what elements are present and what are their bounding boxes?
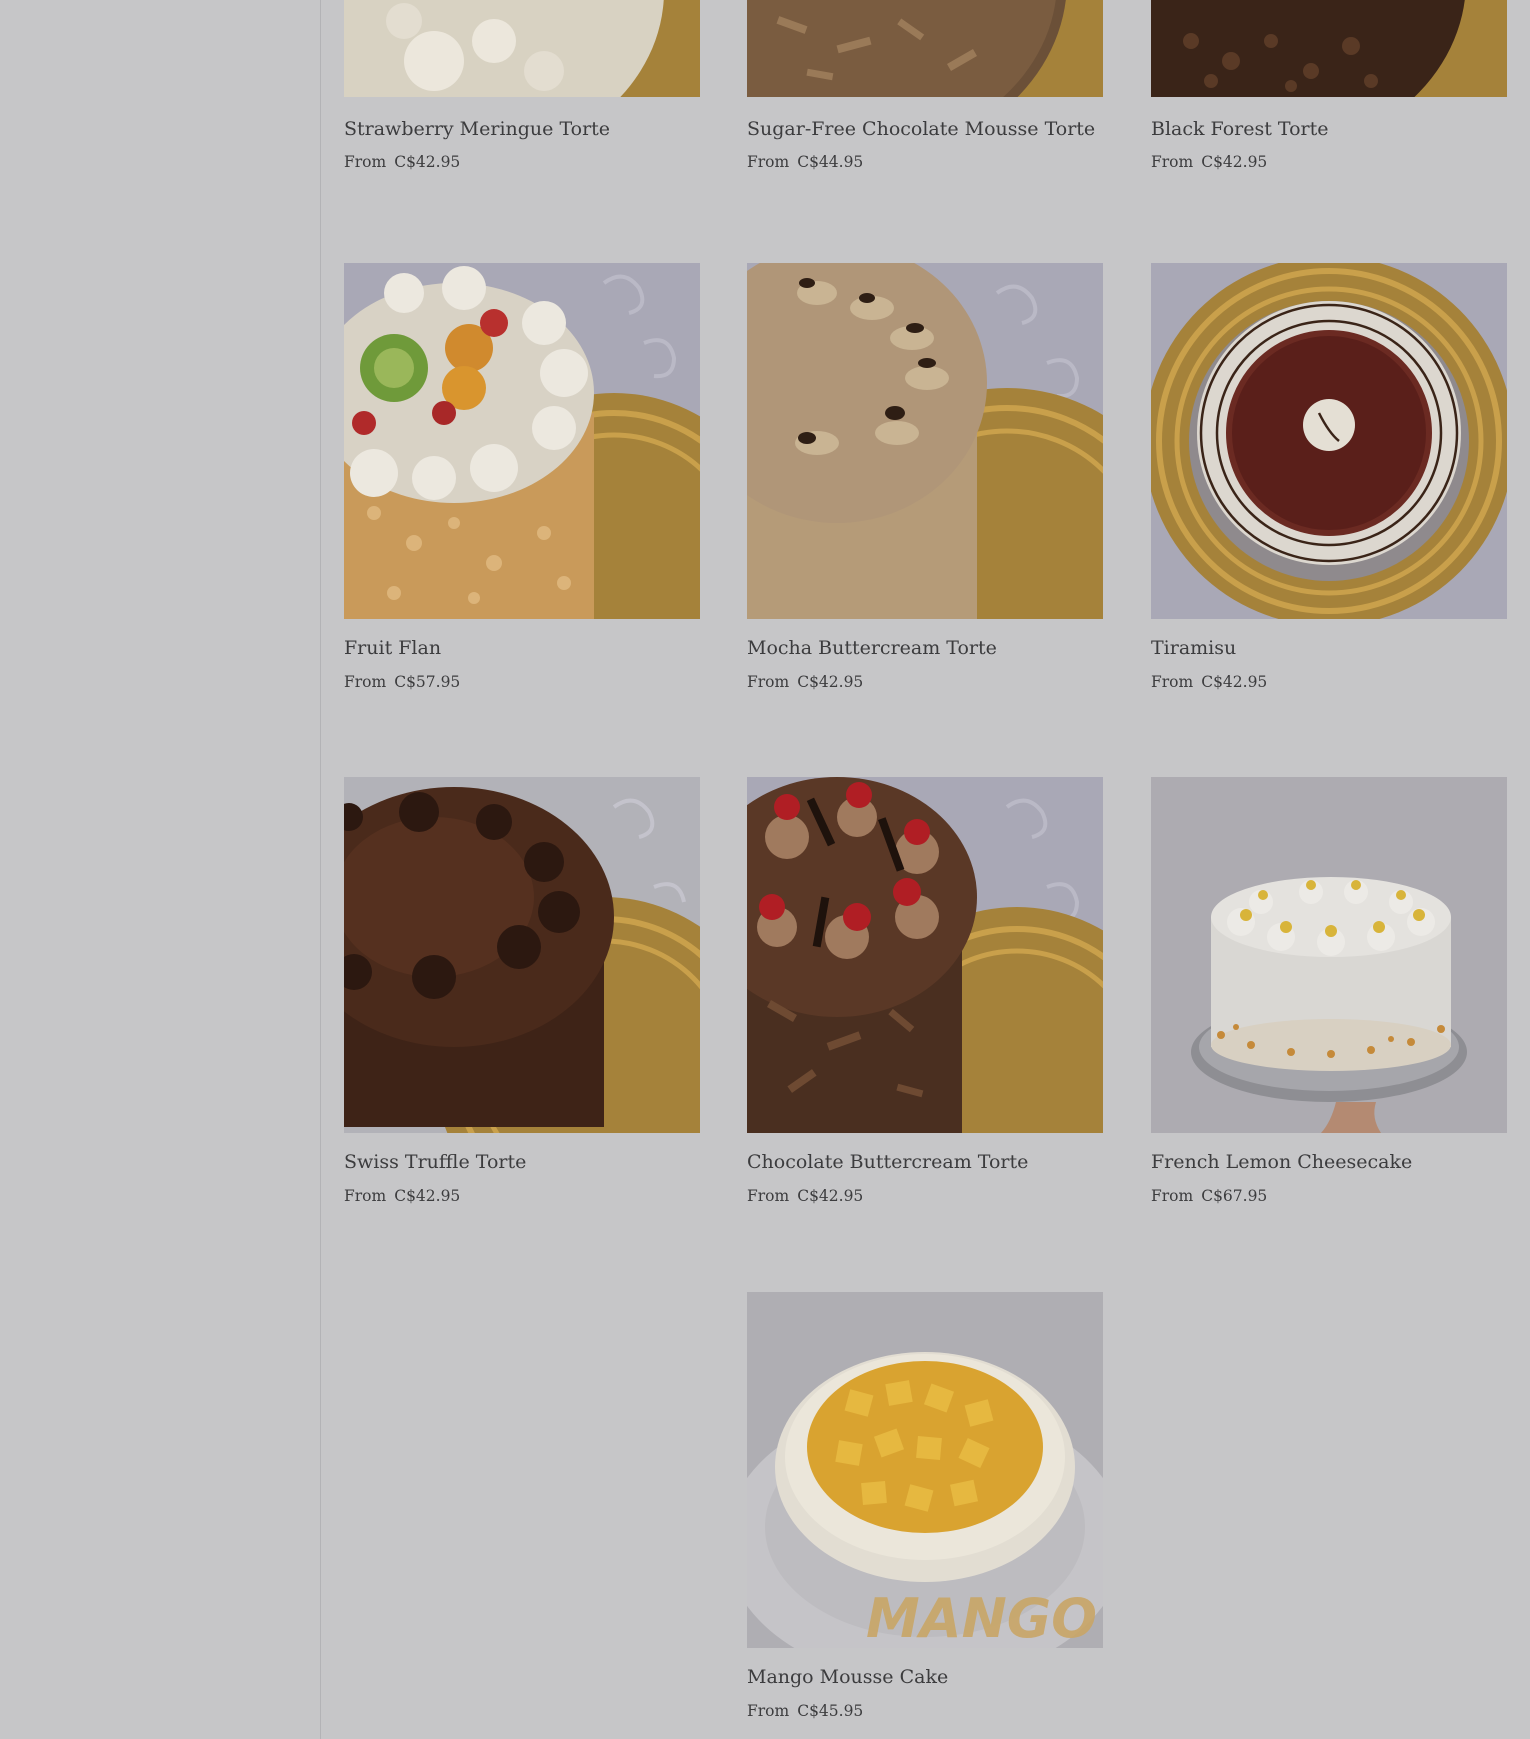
- product-title[interactable]: Strawberry Meringue Torte: [344, 117, 744, 141]
- price-value: C$42.95: [394, 1187, 461, 1205]
- price-prefix: From: [747, 673, 790, 691]
- product-title[interactable]: Black Forest Torte: [1151, 117, 1530, 141]
- product-title[interactable]: Swiss Truffle Torte: [344, 1150, 744, 1174]
- product-image[interactable]: [1151, 263, 1507, 619]
- product-card[interactable]: Chocolate Buttercream Torte From C$42.95: [747, 777, 1103, 1217]
- product-title[interactable]: Chocolate Buttercream Torte: [747, 1150, 1147, 1174]
- product-title[interactable]: Tiramisu: [1151, 636, 1530, 660]
- price-value: C$57.95: [394, 673, 461, 691]
- product-image[interactable]: [344, 0, 700, 97]
- product-image[interactable]: [344, 263, 700, 619]
- product-price: From C$42.95: [1151, 152, 1511, 172]
- product-price: From C$42.95: [344, 1186, 704, 1206]
- product-image[interactable]: [747, 263, 1103, 619]
- product-grid: Strawberry Meringue Torte From C$42.95 S…: [344, 0, 1508, 1739]
- product-title[interactable]: Sugar-Free Chocolate Mousse Torte: [747, 117, 1147, 141]
- price-prefix: From: [747, 1187, 790, 1205]
- price-prefix: From: [1151, 673, 1194, 691]
- product-image[interactable]: [747, 0, 1103, 97]
- price-value: C$42.95: [1201, 673, 1268, 691]
- product-price: From C$57.95: [344, 672, 704, 692]
- price-prefix: From: [1151, 153, 1194, 171]
- price-value: C$42.95: [1201, 153, 1268, 171]
- price-value: C$42.95: [797, 1187, 864, 1205]
- price-prefix: From: [344, 673, 387, 691]
- product-image[interactable]: [344, 777, 700, 1133]
- price-value: C$42.95: [797, 673, 864, 691]
- product-price: From C$42.95: [1151, 672, 1511, 692]
- product-card[interactable]: Fruit Flan From C$57.95: [344, 263, 700, 703]
- price-prefix: From: [747, 153, 790, 171]
- product-price: From C$45.95: [747, 1701, 1107, 1721]
- product-price: From C$44.95: [747, 152, 1107, 172]
- price-value: C$45.95: [797, 1702, 864, 1720]
- product-price: From C$67.95: [1151, 1186, 1511, 1206]
- sidebar: [0, 0, 321, 1739]
- product-image[interactable]: MANGO: [747, 1292, 1103, 1648]
- product-card[interactable]: Black Forest Torte From C$42.95: [1151, 0, 1507, 181]
- price-prefix: From: [747, 1702, 790, 1720]
- product-card[interactable]: French Lemon Cheesecake From C$67.95: [1151, 777, 1507, 1217]
- price-prefix: From: [344, 1187, 387, 1205]
- product-card[interactable]: Swiss Truffle Torte From C$42.95: [344, 777, 700, 1217]
- page: Strawberry Meringue Torte From C$42.95 S…: [0, 0, 1530, 1739]
- mango-watermark-text: MANGO: [866, 1587, 1097, 1648]
- price-prefix: From: [1151, 1187, 1194, 1205]
- product-price: From C$42.95: [747, 1186, 1107, 1206]
- price-value: C$67.95: [1201, 1187, 1268, 1205]
- product-card[interactable]: Strawberry Meringue Torte From C$42.95: [344, 0, 700, 181]
- product-card[interactable]: Sugar-Free Chocolate Mousse Torte From C$…: [747, 0, 1103, 181]
- price-prefix: From: [344, 153, 387, 171]
- product-image[interactable]: [747, 777, 1103, 1133]
- product-price: From C$42.95: [747, 672, 1107, 692]
- product-card[interactable]: MANGO Mango Mousse Cake From C$45.95: [747, 1292, 1103, 1732]
- product-card[interactable]: Mocha Buttercream Torte From C$42.95: [747, 263, 1103, 703]
- price-value: C$42.95: [394, 153, 461, 171]
- product-card[interactable]: Tiramisu From C$42.95: [1151, 263, 1507, 703]
- price-value: C$44.95: [797, 153, 864, 171]
- product-title[interactable]: Fruit Flan: [344, 636, 744, 660]
- product-title[interactable]: Mango Mousse Cake: [747, 1665, 1147, 1689]
- product-price: From C$42.95: [344, 152, 704, 172]
- product-title[interactable]: Mocha Buttercream Torte: [747, 636, 1147, 660]
- product-image[interactable]: [1151, 777, 1507, 1133]
- product-image[interactable]: [1151, 0, 1507, 97]
- product-title[interactable]: French Lemon Cheesecake: [1151, 1150, 1530, 1174]
